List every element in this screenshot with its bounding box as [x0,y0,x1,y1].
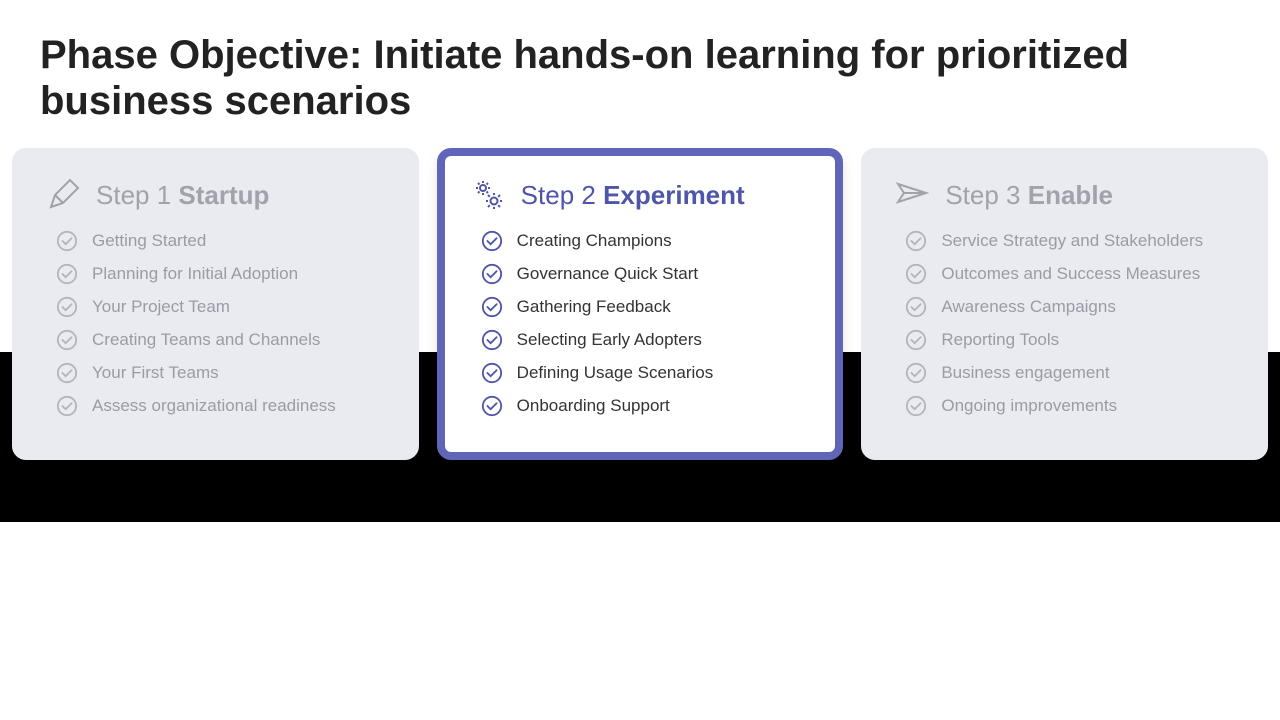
step-title: Step 1 Startup [96,180,269,211]
item-label: Business engagement [941,363,1109,383]
item-label: Gathering Feedback [517,297,671,317]
steps-container: Step 1 Startup Getting Started Planning … [0,148,1280,460]
check-icon [905,395,927,417]
step-title: Step 2 Experiment [521,180,745,211]
item-label: Outcomes and Success Measures [941,264,1200,284]
item-label: Your Project Team [92,297,230,317]
step-card-startup: Step 1 Startup Getting Started Planning … [12,148,419,460]
list-item: Assess organizational readiness [56,395,385,417]
step-items: Getting Started Planning for Initial Ado… [46,230,385,417]
step-prefix: Step 1 [96,180,178,210]
card-header: Step 3 Enable [895,178,1234,212]
list-item: Gathering Feedback [481,296,810,318]
check-icon [56,329,78,351]
card-header: Step 1 Startup [46,178,385,212]
list-item: Creating Champions [481,230,810,252]
check-icon [905,362,927,384]
item-label: Selecting Early Adopters [517,330,702,350]
item-label: Ongoing improvements [941,396,1117,416]
page-title: Phase Objective: Initiate hands-on learn… [0,0,1280,148]
pencil-icon [46,178,80,212]
item-label: Your First Teams [92,363,219,383]
step-prefix: Step 3 [945,180,1027,210]
check-icon [56,296,78,318]
step-items: Service Strategy and Stakeholders Outcom… [895,230,1234,417]
step-name: Enable [1028,180,1113,210]
check-icon [56,395,78,417]
list-item: Planning for Initial Adoption [56,263,385,285]
list-item: Service Strategy and Stakeholders [905,230,1234,252]
check-icon [905,263,927,285]
list-item: Defining Usage Scenarios [481,362,810,384]
step-items: Creating Champions Governance Quick Star… [471,230,810,417]
gears-icon [471,178,505,212]
item-label: Governance Quick Start [517,264,698,284]
check-icon [56,230,78,252]
item-label: Awareness Campaigns [941,297,1116,317]
card-header: Step 2 Experiment [471,178,810,212]
check-icon [56,362,78,384]
item-label: Defining Usage Scenarios [517,363,714,383]
list-item: Onboarding Support [481,395,810,417]
send-icon [895,178,929,212]
list-item: Outcomes and Success Measures [905,263,1234,285]
check-icon [481,329,503,351]
check-icon [905,329,927,351]
item-label: Assess organizational readiness [92,396,336,416]
step-card-experiment: Step 2 Experiment Creating Champions Gov… [437,148,844,460]
item-label: Creating Teams and Channels [92,330,320,350]
list-item: Creating Teams and Channels [56,329,385,351]
list-item: Awareness Campaigns [905,296,1234,318]
step-name: Experiment [603,180,745,210]
list-item: Ongoing improvements [905,395,1234,417]
item-label: Creating Champions [517,231,672,251]
item-label: Planning for Initial Adoption [92,264,298,284]
step-card-enable: Step 3 Enable Service Strategy and Stake… [861,148,1268,460]
check-icon [481,395,503,417]
list-item: Getting Started [56,230,385,252]
step-title: Step 3 Enable [945,180,1113,211]
list-item: Business engagement [905,362,1234,384]
check-icon [56,263,78,285]
list-item: Reporting Tools [905,329,1234,351]
check-icon [481,263,503,285]
item-label: Service Strategy and Stakeholders [941,231,1203,251]
list-item: Governance Quick Start [481,263,810,285]
check-icon [905,296,927,318]
list-item: Your Project Team [56,296,385,318]
item-label: Reporting Tools [941,330,1059,350]
check-icon [481,230,503,252]
step-name: Startup [178,180,269,210]
check-icon [905,230,927,252]
item-label: Getting Started [92,231,206,251]
check-icon [481,296,503,318]
item-label: Onboarding Support [517,396,670,416]
step-prefix: Step 2 [521,180,603,210]
list-item: Your First Teams [56,362,385,384]
check-icon [481,362,503,384]
list-item: Selecting Early Adopters [481,329,810,351]
